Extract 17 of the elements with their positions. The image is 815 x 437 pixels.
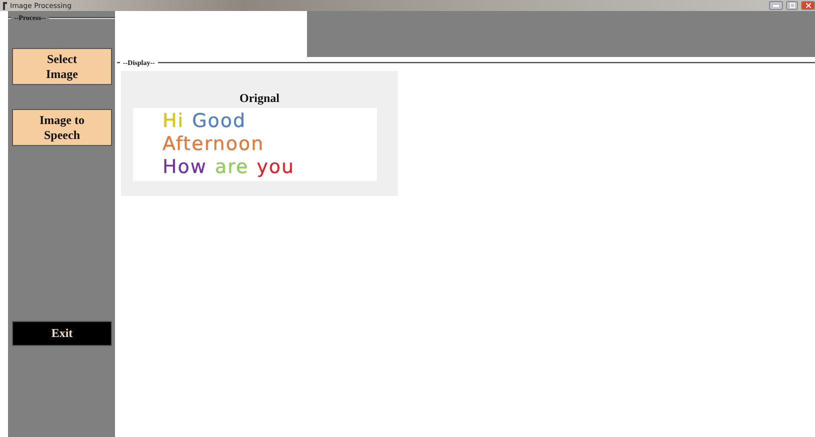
close-button[interactable] <box>801 1 815 10</box>
action-button[interactable]: Select Image <box>12 48 112 85</box>
action-button[interactable]: Image to Speech <box>12 109 112 146</box>
image-word: Hi <box>162 110 184 133</box>
close-icon <box>806 3 810 8</box>
image-title: Orignal <box>239 91 280 106</box>
app-icon <box>2 2 7 10</box>
exit-button[interactable]: Exit <box>12 321 112 346</box>
image-word: are <box>214 156 249 179</box>
image-word: Afternoon <box>162 133 264 156</box>
image-word: you <box>256 156 295 179</box>
minimize-button[interactable] <box>769 1 783 10</box>
maximize-icon <box>790 3 794 8</box>
image-word: How <box>162 156 207 179</box>
maximize-button[interactable] <box>786 1 798 10</box>
minimize-icon <box>773 4 779 6</box>
image-word: Good <box>192 110 246 133</box>
